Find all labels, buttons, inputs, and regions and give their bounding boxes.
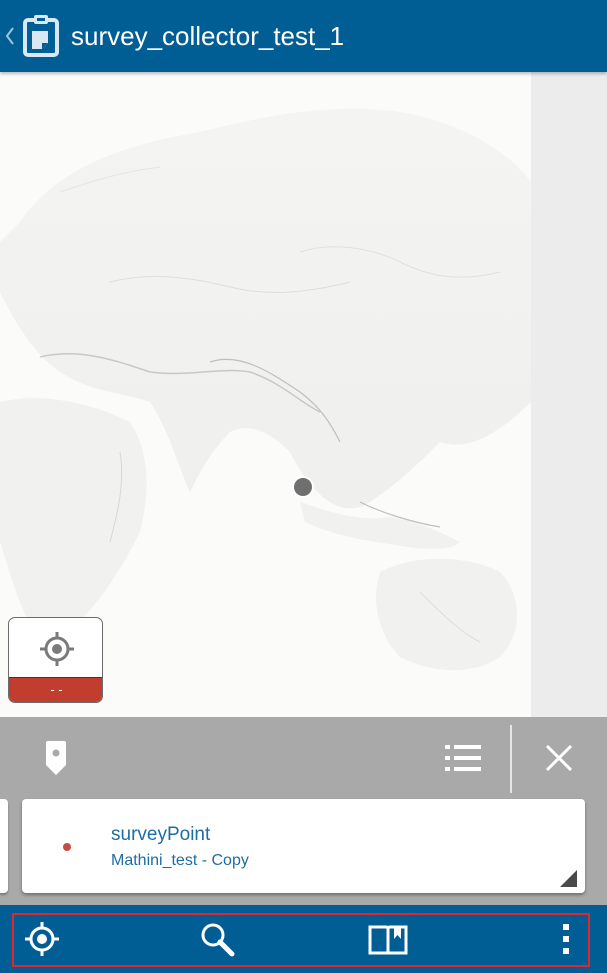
list-icon[interactable] xyxy=(445,744,481,777)
card-corner-indicator xyxy=(560,870,577,887)
panel-divider xyxy=(510,725,512,793)
search-icon[interactable] xyxy=(197,919,237,959)
toolbar-highlight-frame xyxy=(12,913,590,967)
map-pin-icon[interactable] xyxy=(43,739,69,782)
gps-target-icon xyxy=(9,618,102,680)
crosshair-icon[interactable] xyxy=(22,919,62,959)
bottom-toolbar xyxy=(0,905,607,973)
chevron-left-icon[interactable] xyxy=(4,24,16,48)
close-icon[interactable] xyxy=(545,744,573,777)
panel-toolbar xyxy=(0,717,607,799)
clipboard-icon[interactable] xyxy=(22,13,60,57)
more-vertical-icon[interactable] xyxy=(546,919,586,959)
feature-card[interactable]: surveyPoint Mathini_test - Copy xyxy=(22,799,585,893)
map-right-gutter xyxy=(531,72,607,717)
app-bar: survey_collector_test_1 xyxy=(0,0,607,72)
previous-card-stub[interactable] xyxy=(0,799,8,893)
location-dot-icon xyxy=(294,478,312,496)
feature-symbol xyxy=(63,843,71,851)
feature-layer-name: Mathini_test - Copy xyxy=(111,852,249,869)
gps-accuracy-value: - - xyxy=(9,677,102,702)
feature-panel: surveyPoint Mathini_test - Copy xyxy=(0,717,607,911)
collector-screen: survey_collector_test_1 - - surveyPoint … xyxy=(0,0,607,973)
gps-accuracy-widget[interactable]: - - xyxy=(8,617,103,703)
app-title: survey_collector_test_1 xyxy=(71,21,345,51)
feature-name: surveyPoint xyxy=(111,824,211,845)
book-icon[interactable] xyxy=(368,919,408,959)
